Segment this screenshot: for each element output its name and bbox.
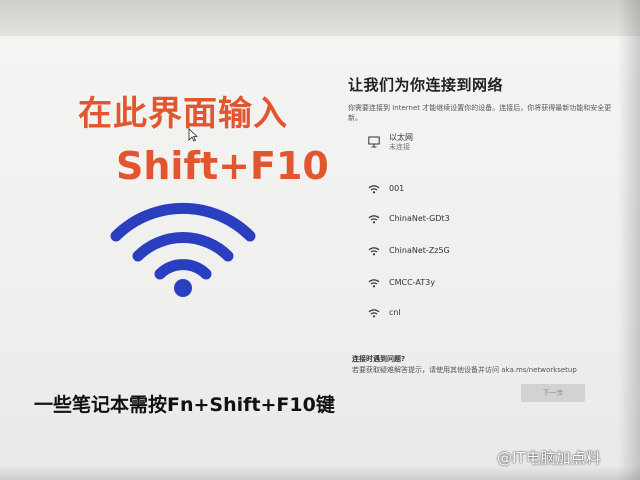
wifi-icon — [110, 202, 256, 297]
mouse-pointer-icon — [188, 128, 198, 142]
next-button[interactable]: 下一步 — [521, 384, 585, 402]
wifi-secured-icon — [368, 247, 380, 256]
network-item-label: 以太网 — [389, 132, 413, 142]
wifi-secured-icon — [368, 279, 380, 288]
network-ssid: ChinaNet-GDt3 — [389, 214, 450, 223]
wifi-secured-icon — [368, 185, 380, 194]
shortcut-text: Shift+F10 — [116, 144, 329, 188]
network-item[interactable]: cnl — [368, 303, 401, 323]
network-ssid: CMCC-AT3y — [389, 278, 435, 287]
monitor-bezel — [0, 0, 640, 36]
wifi-secured-icon — [368, 309, 380, 318]
wifi-secured-icon — [368, 215, 380, 224]
instruction-heading: 在此界面输入 — [78, 94, 288, 134]
network-item-status: 未连接 — [389, 142, 410, 151]
page-title: 让我们为你连接到网络 — [348, 76, 504, 94]
network-item-ethernet[interactable]: 以太网 未连接 — [368, 132, 413, 152]
monitor-icon — [368, 136, 380, 148]
network-item[interactable]: 001 — [368, 179, 404, 199]
network-item[interactable]: CMCC-AT3y — [368, 273, 435, 293]
monitor-edge-bottom — [0, 466, 640, 480]
fn-key-note: 一些笔记本需按Fn+Shift+F10键 — [34, 394, 335, 416]
help-title: 连接时遇到问题? — [352, 355, 406, 363]
network-setup-panel: 让我们为你连接到网络 你需要连接到 Internet 才能继续设置你的设备。连接… — [348, 74, 618, 123]
network-item[interactable]: ChinaNet-GDt3 — [368, 209, 450, 229]
monitor-edge — [618, 0, 640, 480]
page-description: 你需要连接到 Internet 才能继续设置你的设备。连接后，你将获得最新功能和… — [348, 104, 612, 122]
network-item[interactable]: ChinaNet-Zz5G — [368, 241, 450, 261]
help-text: 若要获取疑难解答提示，请使用其他设备并访问 aka.ms/networksetu… — [352, 366, 577, 374]
network-ssid: 001 — [389, 184, 405, 193]
network-ssid: cnl — [389, 308, 401, 317]
network-ssid: ChinaNet-Zz5G — [389, 246, 450, 255]
watermark: @IT电脑加点料 — [497, 449, 601, 467]
